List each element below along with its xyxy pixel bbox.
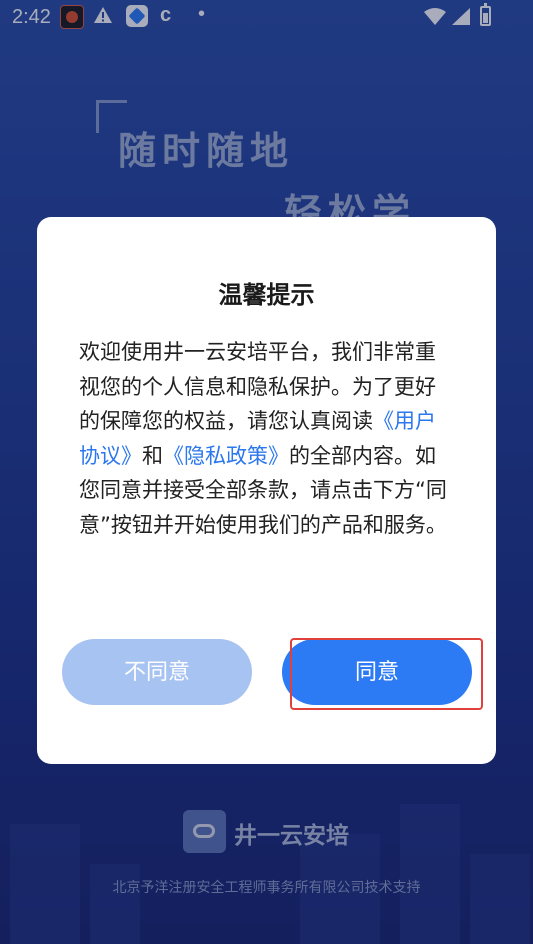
privacy-policy-link[interactable]: 《隐私政策》: [163, 444, 289, 468]
body-text-and: 和: [142, 443, 163, 468]
agree-button[interactable]: 同意: [282, 639, 472, 705]
dialog-title: 温馨提示: [218, 281, 315, 309]
dialog-body: 欢迎使用井一云安培平台，我们非常重视您的个人信息和隐私保护。为了更好的保障您的权…: [79, 335, 449, 542]
privacy-dialog: 温馨提示 欢迎使用井一云安培平台，我们非常重视您的个人信息和隐私保护。为了更好的…: [37, 217, 496, 764]
disagree-button[interactable]: 不同意: [62, 639, 252, 705]
